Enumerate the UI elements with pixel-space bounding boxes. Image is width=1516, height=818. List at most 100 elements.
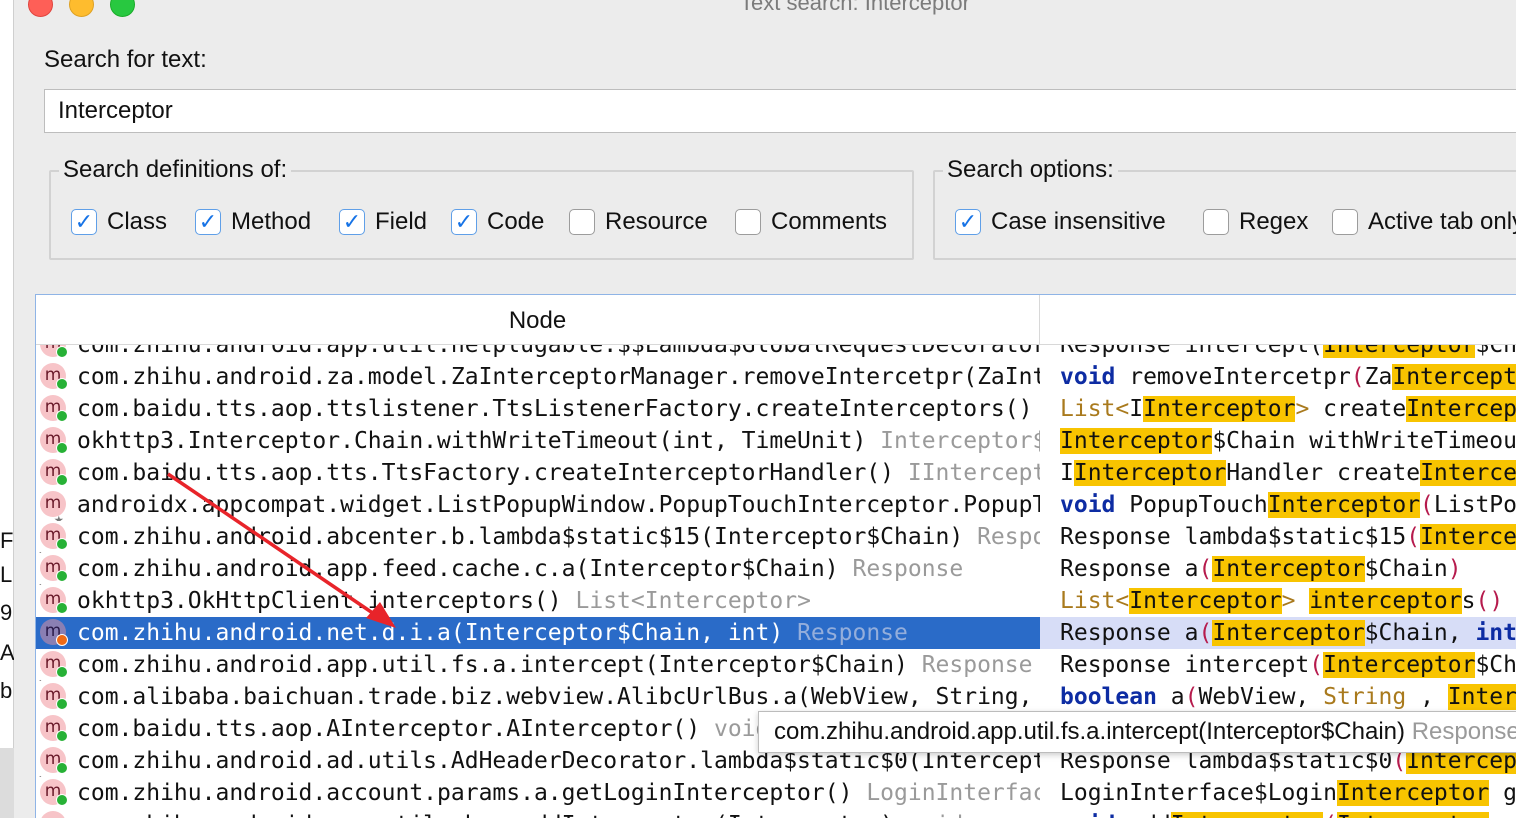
definition-option-method[interactable]: ✓ Method: [195, 208, 311, 236]
background-char: 9: [0, 600, 13, 625]
search-option-regex[interactable]: Regex: [1203, 208, 1308, 236]
checkbox[interactable]: [735, 209, 761, 235]
checkbox[interactable]: ✓: [451, 209, 477, 235]
node-cell[interactable]: m com.zhihu.android.app.util.ab.a.addInte…: [36, 809, 1040, 818]
match-highlight: interceptor: [1309, 588, 1462, 614]
tooltip-return-type: Response: [1411, 718, 1516, 745]
checkbox[interactable]: [1203, 209, 1229, 235]
checkbox-label: Regex: [1239, 208, 1309, 235]
code-token: Handler create: [1226, 460, 1421, 486]
node-return-type: IInterceptorHandler: [907, 460, 1040, 486]
node-cell[interactable]: m okhttp3.OkHttpClient.interceptors() Lis…: [36, 585, 1040, 617]
code-token: add: [1115, 812, 1171, 818]
node-text: com.baidu.tts.aop.ttslistener.TtsListene…: [77, 393, 1040, 425]
result-row[interactable]: m◆com.zhihu.android.app.util.fs.a.interc…: [36, 649, 1516, 681]
definition-option-class[interactable]: ✓ Class: [71, 208, 167, 236]
access-dot-icon: [56, 666, 68, 678]
definition-option-comments[interactable]: Comments: [735, 208, 887, 236]
match-highlight: Interceptor: [1073, 460, 1227, 486]
result-row[interactable]: m◆com.zhihu.android.abcenter.b.lambda$st…: [36, 521, 1516, 553]
result-row[interactable]: m com.baidu.tts.aop.tts.TtsFactory.create…: [36, 457, 1516, 489]
code-cell[interactable]: Response a(Interceptor$Chain, int: [1040, 617, 1516, 649]
checkbox-label: Active tab only: [1368, 208, 1516, 235]
search-definitions-group: Search definitions of: ✓ Class ✓ Method ✓ Fie…: [49, 156, 914, 260]
node-cell[interactable]: m ★ androidx.appcompat.widget.ListPopupWin…: [36, 489, 1040, 521]
code-cell[interactable]: LoginInterface$LoginInterceptor getLogin…: [1040, 777, 1516, 809]
match-highlight: Interceptor: [1060, 428, 1213, 454]
node-cell[interactable]: m◆com.zhihu.android.app.feed.cache.c.a(I…: [36, 553, 1040, 585]
node-text: com.zhihu.android.app.util.ab.a.addInter…: [77, 809, 963, 818]
node-cell[interactable]: m com.zhihu.android.net.d.i.a(Interceptor…: [36, 617, 1040, 649]
node-return-type: Response: [797, 620, 908, 646]
code-token: Za: [1364, 364, 1393, 390]
node-cell[interactable]: m◆com.zhihu.android.abcenter.b.lambda$st…: [36, 521, 1040, 553]
definition-option-code[interactable]: ✓ Code: [451, 208, 544, 236]
code-cell[interactable]: IInterceptorHandler createInterceptorHan…: [1040, 457, 1516, 489]
code-cell[interactable]: void removeIntercetpr(ZaInterceptor): [1040, 361, 1516, 393]
code-token: int: [1475, 620, 1516, 646]
checkbox[interactable]: [569, 209, 595, 235]
result-row[interactable]: m com.zhihu.android.net.d.i.a(Interceptor…: [36, 617, 1516, 649]
node-signature: com.baidu.tts.aop.tts.TtsFactory.createI…: [77, 460, 894, 486]
background-char: A: [0, 640, 14, 665]
node-cell[interactable]: m com.zhihu.android.account.params.a.getL…: [36, 777, 1040, 809]
search-input[interactable]: [44, 89, 1516, 133]
node-column-header[interactable]: Node: [36, 295, 1040, 345]
node-cell[interactable]: m◆com.zhihu.android.app.util.fs.a.interc…: [36, 649, 1040, 681]
code-token: void: [1060, 364, 1116, 390]
result-row[interactable]: m com.zhihu.android.account.params.a.getL…: [36, 777, 1516, 809]
search-option-case-insensitive[interactable]: ✓ Case insensitive: [955, 208, 1166, 236]
code-token: void: [1060, 492, 1116, 518]
access-dot-icon: [56, 634, 68, 646]
code-cell[interactable]: Interceptor$Chain withWriteTimeout(int: [1040, 425, 1516, 457]
access-dot-icon: [56, 538, 68, 550]
modifier-icon: ◆: [37, 667, 44, 681]
code-cell[interactable]: boolean a(WebView, String , Interceptor: [1040, 681, 1516, 713]
checkbox[interactable]: ✓: [339, 209, 365, 235]
checkbox[interactable]: ✓: [955, 209, 981, 235]
checkbox[interactable]: [1332, 209, 1358, 235]
result-row[interactable]: m ★ androidx.appcompat.widget.ListPopupWin…: [36, 489, 1516, 521]
code-cell[interactable]: List<Interceptor> interceptors(): [1040, 585, 1516, 617]
code-token: >: [1281, 588, 1296, 614]
node-text: okhttp3.Interceptor.Chain.withWriteTimeo…: [77, 425, 1040, 457]
code-token: s: [1461, 588, 1476, 614]
node-cell[interactable]: m com.baidu.tts.aop.ttslistener.TtsListen…: [36, 393, 1040, 425]
node-text: com.zhihu.android.app.feed.cache.c.a(Int…: [77, 553, 963, 585]
code-token: Response lambda$static$15: [1060, 524, 1407, 550]
code-cell[interactable]: void addInterceptor(Interceptor: [1040, 809, 1516, 818]
result-row[interactable]: m com.zhihu.android.app.util.ab.a.addInte…: [36, 809, 1516, 818]
result-row[interactable]: m okhttp3.OkHttpClient.interceptors() Lis…: [36, 585, 1516, 617]
code-cell[interactable]: Response a(Interceptor$Chain): [1040, 553, 1516, 585]
node-cell[interactable]: m com.baidu.tts.aop.tts.TtsFactory.create…: [36, 457, 1040, 489]
code-cell[interactable]: void PopupTouchInterceptor(ListPopupWind…: [1040, 489, 1516, 521]
node-text: com.zhihu.android.app.util.fs.a.intercep…: [77, 649, 1032, 681]
checkbox[interactable]: ✓: [195, 209, 221, 235]
checkbox-label: Comments: [771, 208, 888, 235]
result-tooltip: com.zhihu.android.app.util.fs.a.intercep…: [758, 711, 1516, 753]
definition-option-resource[interactable]: Resource: [569, 208, 708, 236]
definition-option-field[interactable]: ✓ Field: [339, 208, 427, 236]
node-cell[interactable]: m com.alibaba.baichuan.trade.biz.webview.…: [36, 681, 1040, 713]
node-cell[interactable]: m com.zhihu.android.za.model.ZaIntercepto…: [36, 361, 1040, 393]
match-highlight: Interceptor: [1129, 588, 1282, 614]
result-row[interactable]: m◆com.zhihu.android.app.feed.cache.c.a(I…: [36, 553, 1516, 585]
search-option-active-tab-only[interactable]: Active tab only: [1332, 208, 1516, 236]
code-cell[interactable]: Response lambda$static$15(Interceptor$Ch…: [1040, 521, 1516, 553]
result-row[interactable]: m com.alibaba.baichuan.trade.biz.webview.…: [36, 681, 1516, 713]
node-text: com.zhihu.android.za.model.ZaInterceptor…: [77, 361, 1040, 393]
result-row[interactable]: m okhttp3.Interceptor.Chain.withWriteTime…: [36, 425, 1516, 457]
checkbox[interactable]: ✓: [71, 209, 97, 235]
result-row[interactable]: m com.zhihu.android.za.model.ZaIntercepto…: [36, 361, 1516, 393]
node-cell[interactable]: m okhttp3.Interceptor.Chain.withWriteTime…: [36, 425, 1040, 457]
code-token: WebView,: [1198, 684, 1324, 710]
code-cell[interactable]: List<IInterceptor> createInterceptors(): [1040, 393, 1516, 425]
access-dot-icon: [56, 730, 68, 742]
result-row[interactable]: m com.baidu.tts.aop.ttslistener.TtsListen…: [36, 393, 1516, 425]
node-signature: androidx.appcompat.widget.ListPopupWindo…: [77, 492, 1040, 518]
code-cell[interactable]: Response intercept(Interceptor$Chain: [1040, 649, 1516, 681]
match-highlight: Interceptor: [1143, 396, 1296, 422]
modifier-icon: ◆: [37, 763, 44, 777]
node-return-type: Response: [921, 652, 1033, 678]
